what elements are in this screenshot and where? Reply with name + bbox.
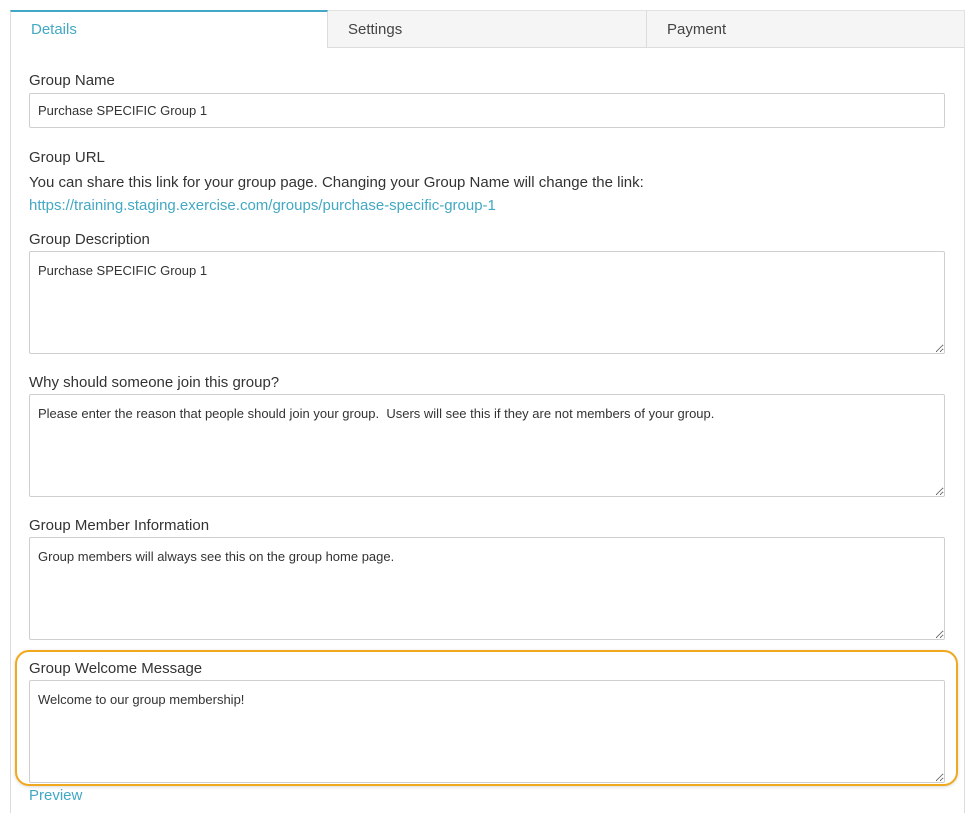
group-url-help-text: You can share this link for your group p… bbox=[29, 174, 644, 191]
tab-bar: Details Settings Payment bbox=[10, 10, 965, 48]
group-url-label: Group URL bbox=[29, 149, 105, 166]
group-url-link[interactable]: https://training.staging.exercise.com/gr… bbox=[29, 197, 496, 215]
member-info-label: Group Member Information bbox=[29, 517, 210, 534]
welcome-message-textarea[interactable]: Welcome to our group membership! bbox=[29, 680, 945, 783]
tab-details[interactable]: Details bbox=[10, 10, 328, 48]
welcome-message-label: Group Welcome Message bbox=[29, 660, 203, 677]
tab-payment[interactable]: Payment bbox=[647, 10, 965, 48]
group-details-page: Details Settings Payment Group Name Grou… bbox=[0, 0, 971, 813]
group-description-textarea[interactable]: Purchase SPECIFIC Group 1 bbox=[29, 251, 945, 354]
tab-settings[interactable]: Settings bbox=[328, 10, 647, 48]
preview-link[interactable]: Preview bbox=[29, 787, 82, 805]
group-name-input[interactable] bbox=[29, 93, 945, 128]
why-join-textarea[interactable]: Please enter the reason that people shou… bbox=[29, 394, 945, 497]
group-description-label: Group Description bbox=[29, 231, 150, 248]
group-name-label: Group Name bbox=[29, 72, 115, 89]
why-join-label: Why should someone join this group? bbox=[29, 374, 280, 391]
member-info-textarea[interactable]: Group members will always see this on th… bbox=[29, 537, 945, 640]
